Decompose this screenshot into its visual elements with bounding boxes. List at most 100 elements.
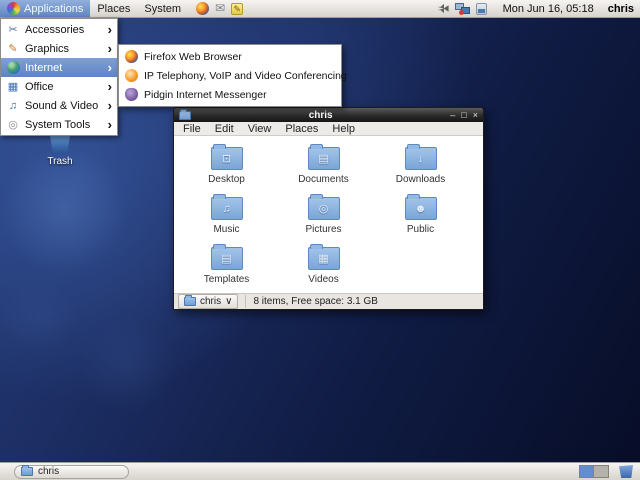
pidgin-icon bbox=[125, 88, 138, 101]
menu-edit[interactable]: Edit bbox=[215, 123, 234, 135]
folder-pictures[interactable]: ◎ Pictures bbox=[275, 193, 372, 243]
folder-public[interactable]: ☻ Public bbox=[372, 193, 469, 243]
taskbar-window-button[interactable]: chris bbox=[14, 464, 129, 479]
firefox-launcher-icon[interactable] bbox=[196, 2, 210, 15]
folder-label: Music bbox=[213, 224, 240, 235]
system-tools-icon: ◎ bbox=[8, 118, 18, 131]
menu-item-label: Accessories bbox=[25, 23, 85, 36]
menu-item-label: System Tools bbox=[25, 118, 91, 131]
internet-submenu: Firefox Web Browser IP Telephony, VoIP a… bbox=[118, 44, 347, 107]
menu-file[interactable]: File bbox=[183, 123, 201, 135]
mail-launcher-icon[interactable]: ✉ bbox=[215, 2, 225, 15]
panel-user-name[interactable]: chris bbox=[608, 3, 634, 15]
bottom-panel: chris bbox=[0, 462, 640, 480]
folder-label: Templates bbox=[203, 274, 250, 285]
submenu-item-pidgin[interactable]: Pidgin Internet Messenger bbox=[119, 85, 341, 104]
task-folder-icon bbox=[21, 465, 33, 476]
menu-view[interactable]: View bbox=[248, 123, 272, 135]
window-statusbar: chris ∨ 8 items, Free space: 3.1 GB bbox=[174, 293, 483, 309]
folder-icon: ▦ bbox=[307, 244, 340, 270]
system-menu-button[interactable]: System bbox=[137, 0, 188, 17]
statusbar-divider bbox=[245, 295, 247, 308]
menu-places[interactable]: Places bbox=[285, 123, 318, 135]
submenu-item-label: Pidgin Internet Messenger bbox=[144, 88, 267, 101]
folder-label: Videos bbox=[308, 274, 339, 285]
window-titlebar[interactable]: chris – □ × bbox=[174, 108, 483, 122]
chevron-down-icon: ∨ bbox=[225, 296, 233, 307]
applications-menu-icon bbox=[7, 2, 20, 15]
task-button-label: chris bbox=[38, 466, 60, 477]
maximize-icon[interactable]: □ bbox=[461, 108, 466, 122]
folder-icon: ▤ bbox=[307, 144, 340, 170]
folder-label: Public bbox=[406, 224, 435, 235]
applications-dropdown-menu: ✂ Accessories › ✎ Graphics › Internet › … bbox=[0, 18, 118, 136]
trash-applet-icon[interactable] bbox=[619, 465, 633, 478]
submenu-arrow-icon: › bbox=[107, 116, 112, 132]
menu-item-label: Sound & Video bbox=[25, 99, 99, 112]
firefox-icon bbox=[125, 50, 138, 63]
menu-item-sound-video[interactable]: ♫ Sound & Video › bbox=[1, 96, 117, 115]
folder-icon: ◎ bbox=[307, 194, 340, 220]
top-panel: Applications Places System ✉ ✎ Mon Jun 1… bbox=[0, 0, 640, 18]
submenu-arrow-icon: › bbox=[107, 40, 112, 56]
window-folder-icon bbox=[179, 108, 191, 120]
minimize-icon[interactable]: – bbox=[450, 108, 455, 122]
ekiga-icon bbox=[125, 69, 138, 82]
system-tray: Mon Jun 16, 05:18 chris bbox=[437, 2, 640, 15]
volume-icon[interactable] bbox=[437, 3, 449, 14]
menu-item-system-tools[interactable]: ◎ System Tools › bbox=[1, 115, 117, 134]
folder-music[interactable]: ♫ Music bbox=[178, 193, 275, 243]
workspace-2[interactable] bbox=[594, 466, 608, 477]
folder-icon: ⊡ bbox=[210, 144, 243, 170]
applications-menu-button[interactable]: Applications bbox=[0, 0, 91, 17]
menu-item-accessories[interactable]: ✂ Accessories › bbox=[1, 20, 117, 39]
network-icon[interactable] bbox=[454, 2, 470, 15]
applications-menu-label: Applications bbox=[24, 2, 84, 15]
folder-downloads[interactable]: ↓ Downloads bbox=[372, 143, 469, 193]
submenu-arrow-icon: › bbox=[107, 97, 112, 113]
close-icon[interactable]: × bbox=[473, 108, 478, 122]
trash-label: Trash bbox=[47, 156, 73, 167]
internet-globe-icon bbox=[7, 61, 20, 74]
folder-videos[interactable]: ▦ Videos bbox=[275, 243, 372, 293]
submenu-arrow-icon: › bbox=[107, 78, 112, 94]
system-menu-label: System bbox=[144, 2, 182, 15]
submenu-item-ip-telephony[interactable]: IP Telephony, VoIP and Video Conferencin… bbox=[119, 66, 347, 85]
folder-label: Desktop bbox=[208, 174, 245, 185]
submenu-item-label: IP Telephony, VoIP and Video Conferencin… bbox=[144, 69, 347, 82]
panel-clock[interactable]: Mon Jun 16, 05:18 bbox=[503, 3, 594, 15]
office-icon: ▦ bbox=[7, 80, 19, 93]
location-label: chris bbox=[200, 296, 222, 307]
folder-documents[interactable]: ▤ Documents bbox=[275, 143, 372, 193]
person-emblem-icon: ☻ bbox=[414, 202, 427, 215]
folder-label: Downloads bbox=[395, 174, 446, 185]
places-menu-button[interactable]: Places bbox=[90, 0, 137, 17]
menu-item-label: Office bbox=[25, 80, 54, 93]
location-folder-icon bbox=[184, 295, 196, 306]
graphics-icon: ✎ bbox=[8, 42, 18, 55]
notes-launcher-icon[interactable]: ✎ bbox=[231, 2, 244, 15]
menu-item-office[interactable]: ▦ Office › bbox=[1, 77, 117, 96]
workspace-switcher[interactable] bbox=[579, 465, 609, 478]
menu-item-label: Internet bbox=[25, 61, 63, 74]
folder-templates[interactable]: ▤ Templates bbox=[178, 243, 275, 293]
folder-desktop[interactable]: ⊡ Desktop bbox=[178, 143, 275, 193]
document-emblem-icon: ▤ bbox=[318, 153, 329, 165]
status-text: 8 items, Free space: 3.1 GB bbox=[253, 296, 378, 307]
location-dropdown-button[interactable]: chris ∨ bbox=[178, 294, 239, 309]
menu-item-graphics[interactable]: ✎ Graphics › bbox=[1, 39, 117, 58]
folder-icon: ↓ bbox=[404, 144, 437, 170]
folder-icon: ♫ bbox=[210, 194, 243, 220]
desktop-emblem-icon: ⊡ bbox=[221, 153, 232, 165]
updates-icon[interactable] bbox=[475, 2, 487, 15]
menu-help[interactable]: Help bbox=[332, 123, 355, 135]
submenu-arrow-icon: › bbox=[107, 59, 112, 75]
submenu-item-firefox[interactable]: Firefox Web Browser bbox=[119, 47, 341, 66]
workspace-1[interactable] bbox=[580, 466, 594, 477]
accessories-icon: ✂ bbox=[8, 23, 18, 36]
menu-item-internet[interactable]: Internet › bbox=[1, 58, 117, 77]
file-manager-window: chris – □ × File Edit View Places Help ⊡… bbox=[173, 107, 484, 310]
submenu-arrow-icon: › bbox=[107, 21, 112, 37]
submenu-item-label: Firefox Web Browser bbox=[144, 50, 242, 63]
file-list-area: ⊡ Desktop ▤ Documents ↓ Downloads ♫ Musi… bbox=[174, 136, 483, 293]
